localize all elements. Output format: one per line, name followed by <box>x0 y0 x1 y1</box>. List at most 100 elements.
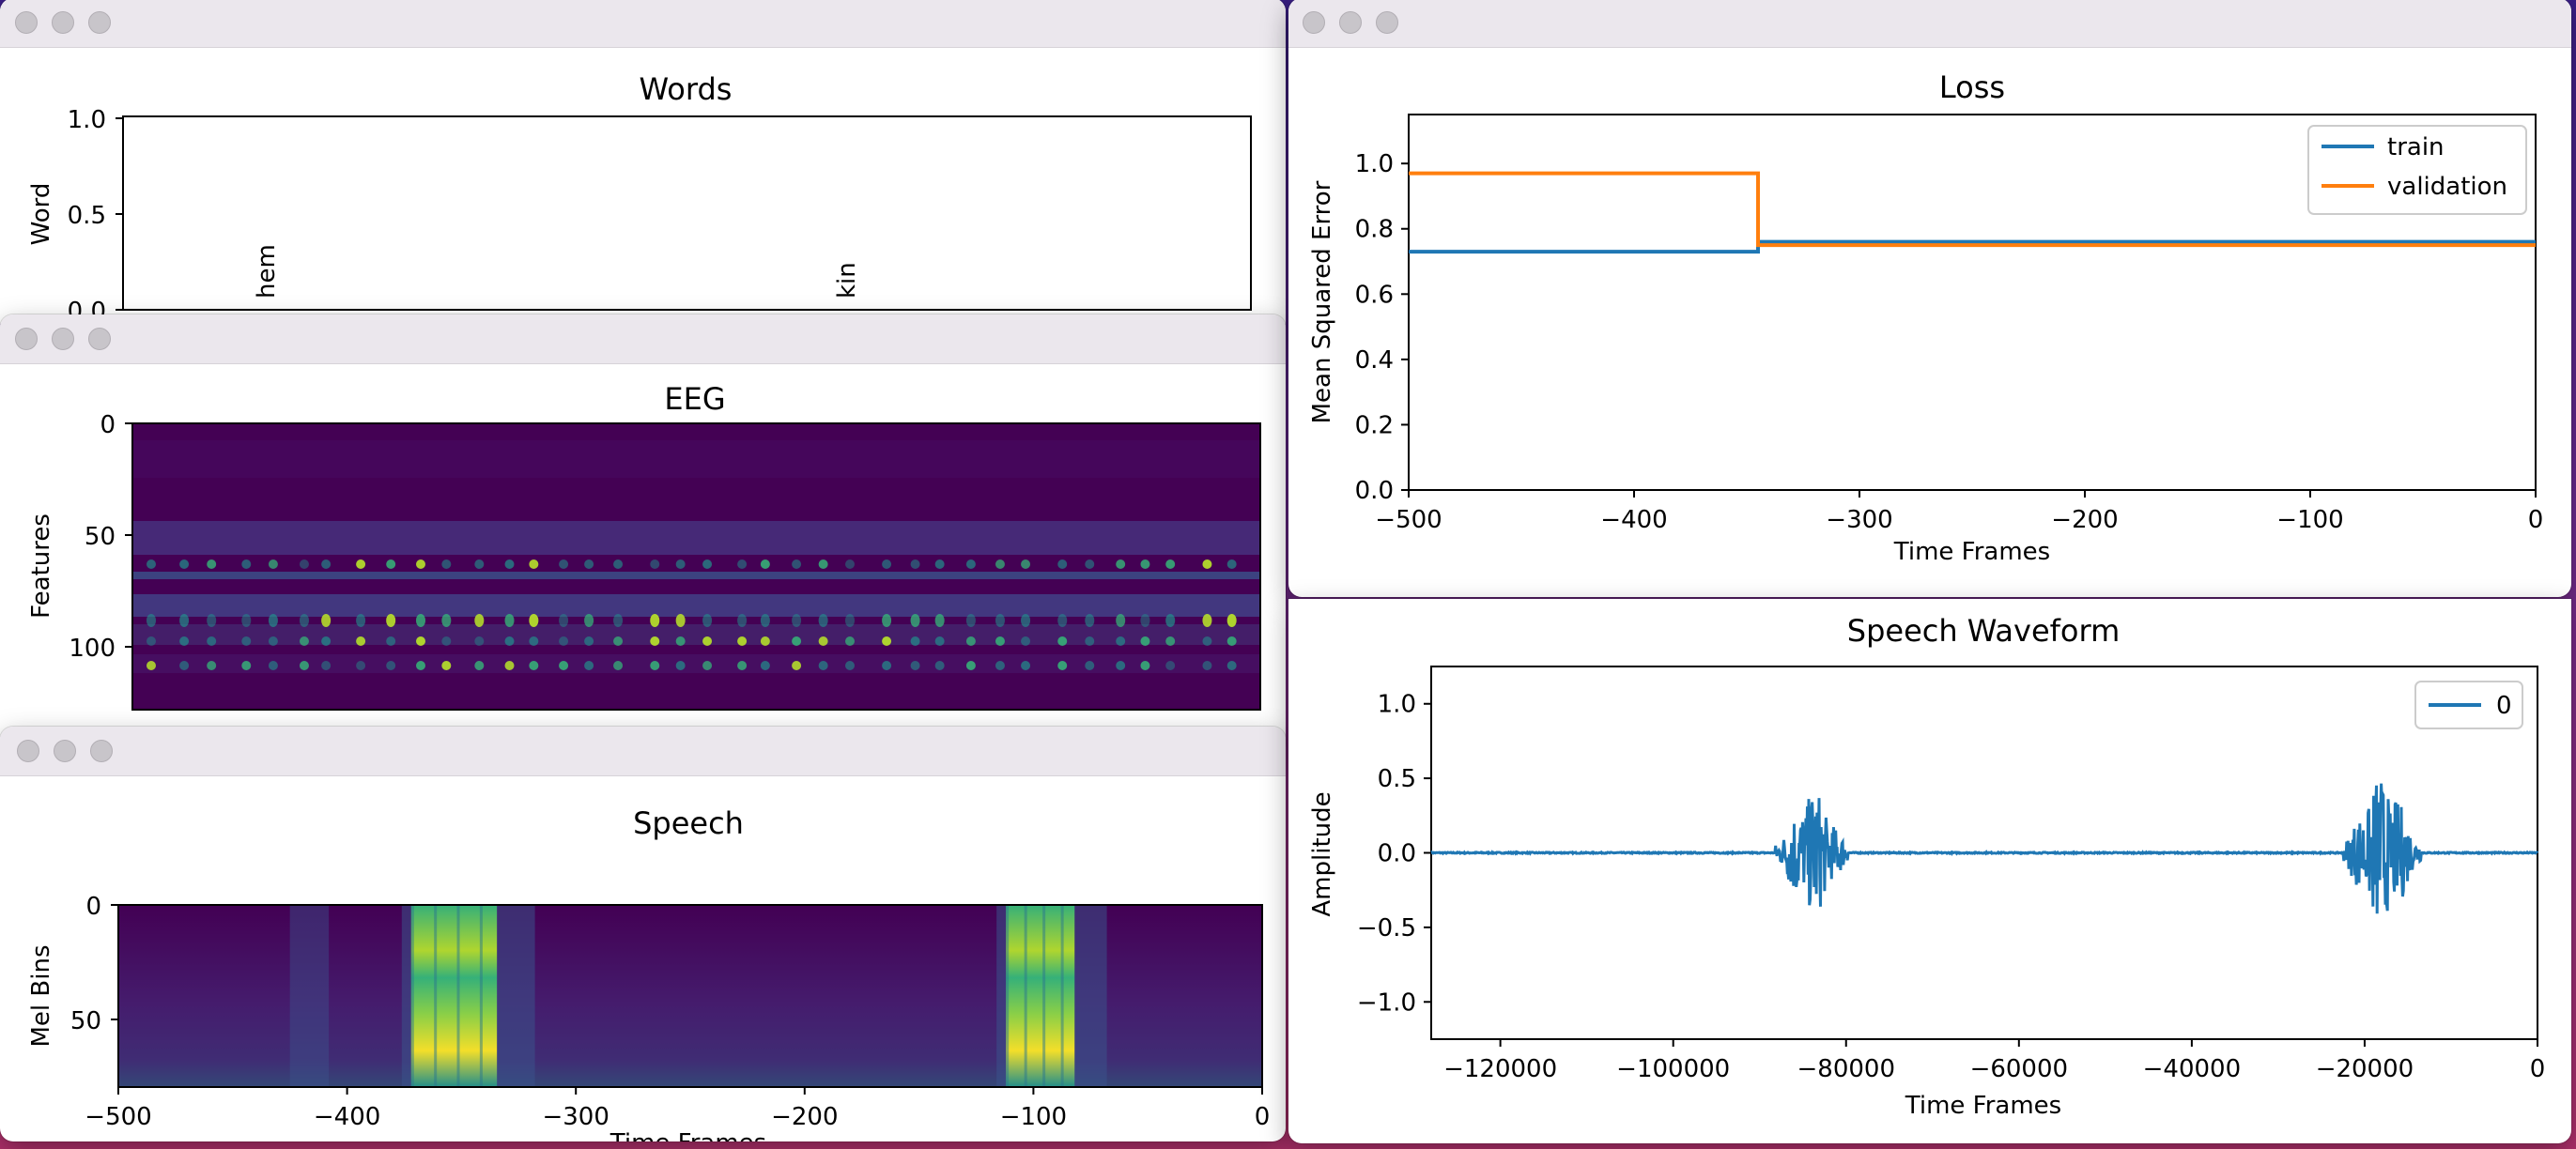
eeg-spot <box>845 661 856 670</box>
legend-series-0: 0 <box>2496 692 2512 720</box>
eeg-spot <box>415 636 425 646</box>
waveform-ytick: 0.5 <box>1378 765 1416 793</box>
close-button[interactable] <box>15 328 38 350</box>
eeg-spot <box>702 636 713 646</box>
eeg-spot <box>1021 559 1031 569</box>
zoom-button[interactable] <box>1376 11 1398 34</box>
eeg-spot <box>760 636 770 646</box>
loss-xtick: −100 <box>2276 506 2343 534</box>
loss-ytick: 1.0 <box>1355 150 1394 178</box>
loss-window[interactable]: Loss −500 −400 −300 −200 −100 0 0.0 0.2 0.4 0.6 0… <box>1288 0 2571 597</box>
eeg-spot <box>441 636 452 646</box>
speech-xlabel: Time Frames <box>609 1129 766 1141</box>
eeg-spot <box>1202 661 1212 670</box>
eeg-spot <box>845 559 856 569</box>
loss-window-titlebar[interactable] <box>1288 0 2571 48</box>
eeg-spot <box>559 661 569 670</box>
loss-ylabel: Mean Squared Error <box>1308 180 1336 423</box>
close-button[interactable] <box>15 11 38 34</box>
loss-legend: train validation <box>2307 125 2527 215</box>
eeg-spot <box>613 559 624 569</box>
waveform-window[interactable]: Speech Waveform −120000 −100000 −80000 −600… <box>1288 599 2571 1143</box>
loss-xlabel: Time Frames <box>1893 538 2050 566</box>
words-window[interactable]: Words 1.0 0.5 0.0 Word hem kin <box>0 0 1286 336</box>
eeg-spot <box>321 636 332 646</box>
eeg-spot <box>1085 614 1095 627</box>
eeg-window-titlebar[interactable] <box>0 314 1286 364</box>
eeg-spot <box>760 559 770 569</box>
loss-ytick: 0.6 <box>1355 281 1394 309</box>
eeg-spot <box>529 559 539 569</box>
eeg-spot <box>386 661 396 670</box>
waveform-xtick: −100000 <box>1616 1055 1730 1083</box>
eeg-ylabel: Features <box>27 513 55 619</box>
minimize-button[interactable] <box>54 740 76 762</box>
eeg-spot <box>584 661 594 670</box>
waveform-legend: 0 <box>2414 681 2523 729</box>
speech-window[interactable]: Speech 0 50 −500 −400 −300 −200 −100 0 Mel Bi… <box>0 727 1286 1141</box>
eeg-spot <box>882 559 892 569</box>
zoom-button[interactable] <box>88 11 111 34</box>
eeg-spot <box>1226 636 1237 646</box>
words-window-titlebar[interactable] <box>0 0 1286 48</box>
eeg-spot <box>910 661 920 670</box>
eeg-spot <box>1116 614 1126 627</box>
minimize-button[interactable] <box>52 11 74 34</box>
eeg-spot <box>356 661 366 670</box>
eeg-spot <box>207 614 217 627</box>
eeg-spot <box>613 614 624 627</box>
eeg-spot <box>559 559 569 569</box>
words-ylabel: Word <box>27 183 55 246</box>
speech-plot: Speech 0 50 −500 −400 −300 −200 −100 0 Mel Bi… <box>27 805 1270 1141</box>
close-button[interactable] <box>17 740 39 762</box>
eeg-spot <box>504 614 515 627</box>
close-button[interactable] <box>1303 11 1325 34</box>
eeg-ytick-50: 50 <box>85 523 116 551</box>
loss-xtick: 0 <box>2528 506 2544 534</box>
eeg-spot <box>934 559 945 569</box>
eeg-spot <box>882 636 892 646</box>
eeg-spot <box>1202 636 1212 646</box>
speech-xtick: −200 <box>771 1103 838 1131</box>
eeg-spot <box>737 559 748 569</box>
eeg-spot <box>241 661 252 670</box>
waveform-xtick: 0 <box>2530 1055 2546 1083</box>
speech-xtick: −300 <box>542 1103 609 1131</box>
zoom-button[interactable] <box>88 328 111 350</box>
eeg-spot <box>241 559 252 569</box>
eeg-spot <box>356 636 366 646</box>
eeg-spot <box>995 614 1005 627</box>
eeg-spot <box>882 614 892 627</box>
loss-xtick: −500 <box>1375 506 1442 534</box>
eeg-spot <box>1140 661 1150 670</box>
minimize-button[interactable] <box>52 328 74 350</box>
eeg-spot <box>584 636 594 646</box>
loss-yticks: 0.0 0.2 0.4 0.6 0.8 1.0 <box>1355 150 1409 505</box>
eeg-spot <box>386 636 396 646</box>
legend-validation: validation <box>2387 173 2507 201</box>
minimize-button[interactable] <box>1339 11 1362 34</box>
eeg-spot <box>1202 559 1212 569</box>
speech-xtick: −100 <box>1000 1103 1067 1131</box>
eeg-ytick-0: 0 <box>100 411 116 439</box>
eeg-spot <box>299 661 309 670</box>
eeg-spot <box>1085 636 1095 646</box>
eeg-spot <box>1116 636 1126 646</box>
eeg-spot <box>650 636 660 646</box>
loss-title: Loss <box>1939 69 2005 105</box>
speech-window-titlebar[interactable] <box>0 727 1286 776</box>
eeg-spot <box>845 614 856 627</box>
waveform-xticks: −120000 −100000 −80000 −60000 −40000 −20000 0 <box>1443 1039 2545 1083</box>
words-title: Words <box>640 71 733 107</box>
eeg-spot <box>1085 559 1095 569</box>
eeg-spot <box>415 614 425 627</box>
waveform-ytick: −0.5 <box>1357 914 1416 942</box>
eeg-spot <box>910 636 920 646</box>
eeg-window[interactable]: EEG 0 50 100 Features <box>0 314 1286 756</box>
zoom-button[interactable] <box>90 740 113 762</box>
speech-ylabel: Mel Bins <box>27 944 55 1047</box>
eeg-spot <box>818 636 828 646</box>
eeg-spot <box>321 559 332 569</box>
speech-ytick-0: 0 <box>85 893 101 921</box>
eeg-yticks: 0 50 100 <box>69 411 132 663</box>
